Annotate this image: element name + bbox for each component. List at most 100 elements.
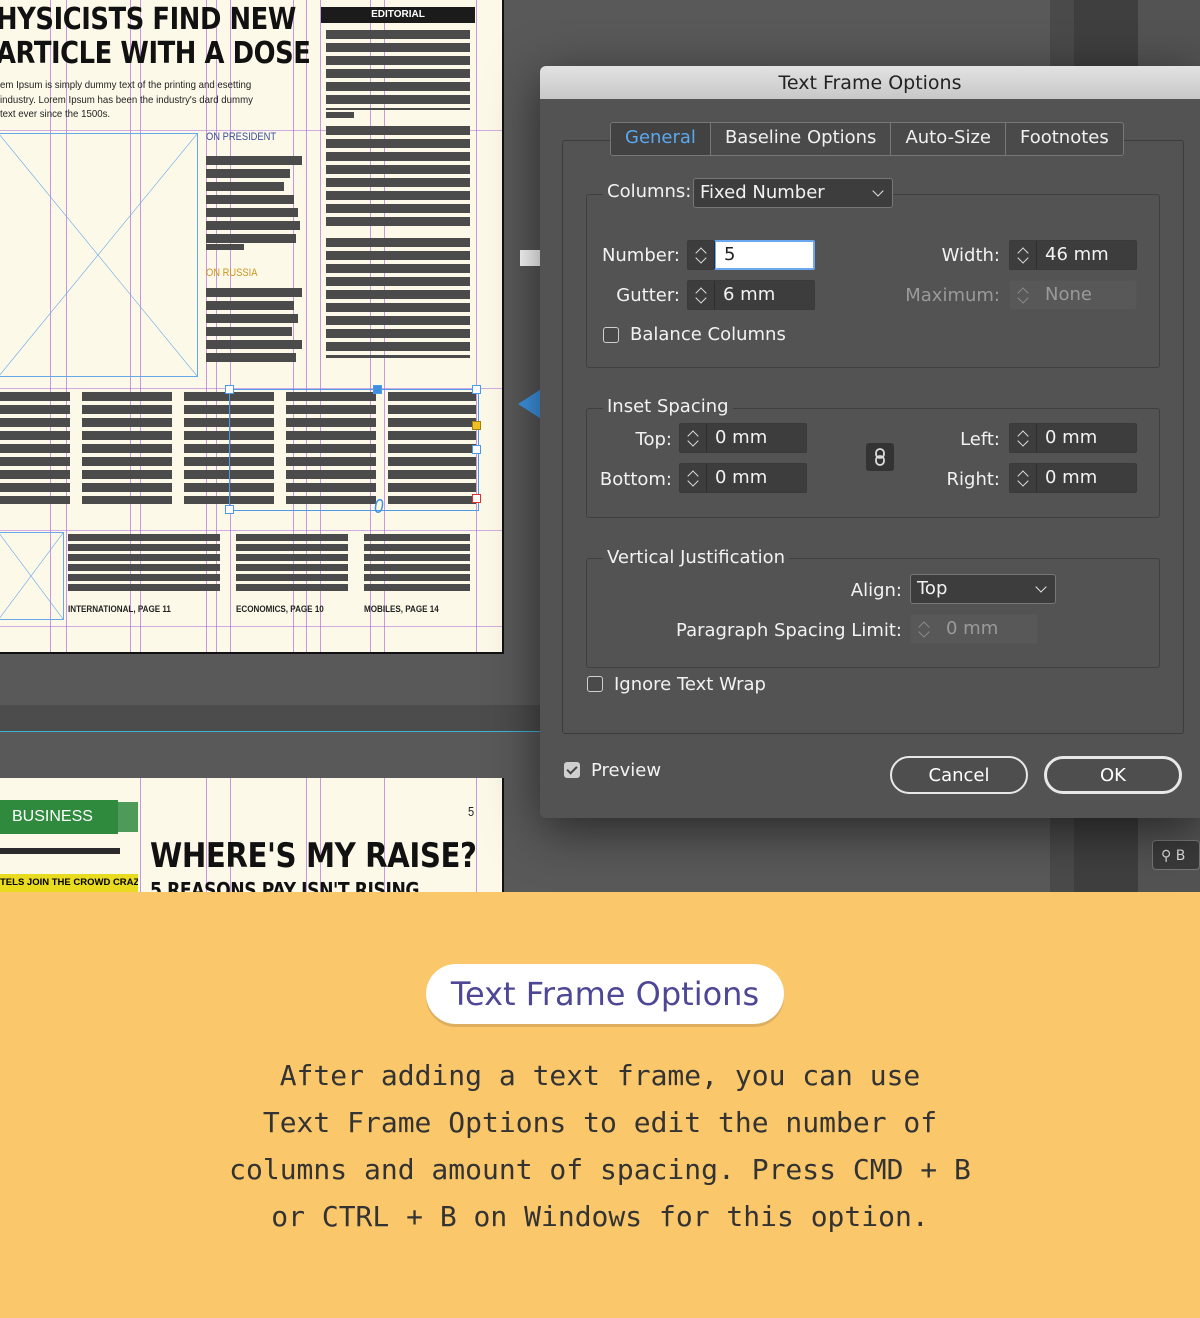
text-bar [0,848,120,854]
business-label: BUSINESS [12,808,93,825]
maximum-label: Maximum: [905,285,1000,306]
inset-left-value[interactable]: 0 mm [1037,424,1136,452]
caption-line: columns and amount of spacing. Press CMD… [229,1153,971,1186]
headline-3: WHERE'S MY RAISE? [150,836,477,876]
gutter-stepper[interactable] [688,281,715,309]
business-banner: BUSINESS [0,800,118,834]
inset-bottom-label: Bottom: [599,469,672,490]
text-bar [206,353,296,362]
inset-top-label: Top: [635,429,672,450]
balance-columns-checkbox[interactable] [603,327,619,343]
editorial-text-block [326,238,470,358]
image-placeholder[interactable] [0,133,198,377]
inset-right-label: Right: [946,469,1000,490]
balance-columns-label[interactable]: Balance Columns [630,324,786,345]
text-bar [206,221,300,230]
vertical-justification-group [586,558,1160,668]
image-placeholder[interactable] [0,532,64,620]
text-frame-options-dialog: Text Frame Options General Baseline Opti… [540,66,1200,818]
frame-handle[interactable] [225,505,234,514]
number-field[interactable]: 5 [687,240,815,270]
inset-left-label: Left: [960,429,1000,450]
inset-top-field[interactable]: 0 mm [679,423,807,453]
paragraph-spacing-limit-field: 0 mm [910,614,1038,644]
overset-indicator: 0 [374,496,384,518]
ok-button[interactable]: OK [1044,756,1182,794]
text-bar [206,156,302,165]
tab-baseline-options[interactable]: Baseline Options [711,123,892,155]
text-bar [206,288,302,297]
preview-checkbox[interactable] [564,762,580,778]
frame-handle[interactable] [472,385,481,394]
footer-mobiles: MOBILES, PAGE 14 [364,604,439,615]
text-bar [68,534,220,592]
maximum-value: None [1045,284,1092,305]
text-bar [206,314,298,323]
inset-right-value[interactable]: 0 mm [1037,464,1136,492]
section-label-russia: ON RUSSIA [206,267,258,279]
document-page-2[interactable]: 5 BUSINESS TELS JOIN THE CROWD CRAZE WHE… [0,778,504,892]
tab-general[interactable]: General [611,123,711,155]
width-stepper[interactable] [1010,241,1037,269]
ignore-text-wrap-label[interactable]: Ignore Text Wrap [614,674,766,695]
frame-handle[interactable] [472,421,481,430]
cancel-button[interactable]: Cancel [890,756,1028,794]
inset-bottom-stepper[interactable] [680,464,707,492]
inset-left-field[interactable]: 0 mm [1009,423,1137,453]
dialog-tabs: General Baseline Options Auto-Size Footn… [610,122,1124,156]
number-value[interactable]: 5 [714,240,815,270]
footer-international: INTERNATIONAL, PAGE 11 [68,604,171,615]
columns-label: Columns: [603,181,696,202]
selected-text-frame[interactable] [229,389,479,511]
inset-bottom-value[interactable]: 0 mm [707,464,806,492]
width-field[interactable]: 46 mm [1009,240,1137,270]
inset-top-value[interactable]: 0 mm [707,424,806,452]
text-bar [206,327,292,336]
inset-bottom-field[interactable]: 0 mm [679,463,807,493]
frame-handle[interactable] [225,385,234,394]
footer-economics: ECONOMICS, PAGE 10 [236,604,324,615]
frame-handle[interactable] [373,385,382,394]
gutter-label: Gutter: [616,285,680,306]
chevron-down-icon [1035,581,1047,593]
frame-handle[interactable] [472,445,481,454]
caption-title-pill: Text Frame Options [426,964,784,1024]
columns-select[interactable]: Fixed Number [693,178,893,208]
paragraph-spacing-stepper [911,615,938,643]
ignore-text-wrap-checkbox[interactable] [587,676,603,692]
text-bar [206,244,244,250]
inset-right-stepper[interactable] [1010,464,1037,492]
inset-left-stepper[interactable] [1010,424,1037,452]
business-subhead: TELS JOIN THE CROWD CRAZE [0,874,138,892]
width-label: Width: [941,245,1000,266]
caption-title: Text Frame Options [450,975,760,1013]
paragraph-spacing-value: 0 mm [946,618,999,639]
document-page-1[interactable]: HYSICISTS FIND NEW ARTICLE WITH A DOSE e… [0,0,504,654]
maximum-stepper [1010,281,1037,309]
width-value[interactable]: 46 mm [1037,241,1136,269]
paragraph-spacing-limit-label: Paragraph Spacing Limit: [676,620,902,641]
inset-right-field[interactable]: 0 mm [1009,463,1137,493]
caption-description: After adding a text frame, you can use T… [150,1052,1050,1240]
number-stepper[interactable] [688,241,715,269]
text-bar [364,534,470,592]
align-select[interactable]: Top [910,574,1056,604]
columns-select-value: Fixed Number [700,182,825,203]
inset-top-stepper[interactable] [680,424,707,452]
gutter-field[interactable]: 6 mm [687,280,815,310]
editorial-text-block [326,126,470,226]
panel-search-field[interactable]: ⚲ B [1152,840,1200,870]
preview-label[interactable]: Preview [591,760,661,781]
search-field-label: B [1175,848,1186,864]
bleed-guide [0,731,540,732]
align-select-value: Top [917,578,948,599]
dialog-title: Text Frame Options [540,66,1200,99]
page-number: 5 [468,804,475,819]
tab-auto-size[interactable]: Auto-Size [891,123,1007,155]
text-bar [206,234,296,243]
inset-spacing-title: Inset Spacing [603,396,733,417]
gutter-value[interactable]: 6 mm [715,281,814,309]
tab-footnotes[interactable]: Footnotes [1006,123,1123,155]
guide [476,0,477,652]
overset-handle[interactable] [472,494,481,503]
